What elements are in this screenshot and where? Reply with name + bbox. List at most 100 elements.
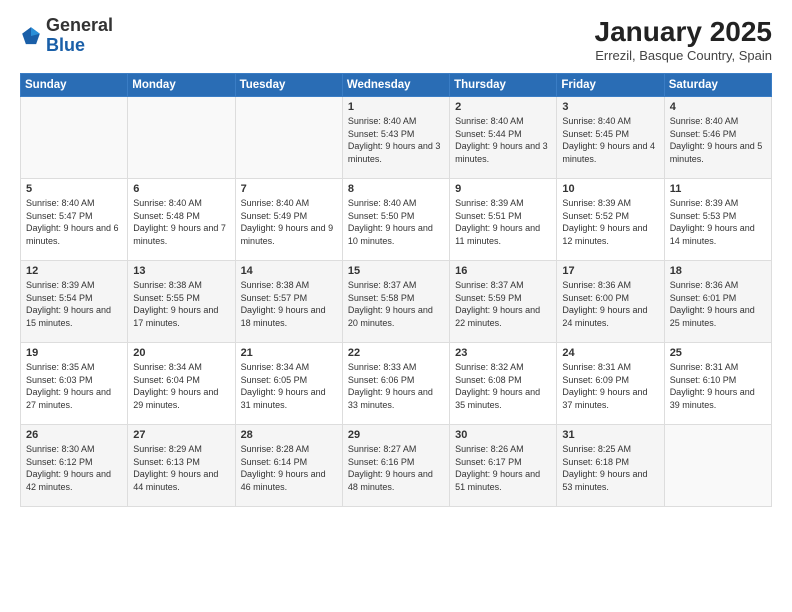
calendar-cell: 17 Sunrise: 8:36 AM Sunset: 6:00 PM Dayli…: [557, 261, 664, 343]
calendar-cell: 24 Sunrise: 8:31 AM Sunset: 6:09 PM Dayli…: [557, 343, 664, 425]
calendar-cell: 30 Sunrise: 8:26 AM Sunset: 6:17 PM Dayli…: [450, 425, 557, 507]
day-info: Sunrise: 8:34 AM Sunset: 6:04 PM Dayligh…: [133, 361, 229, 411]
calendar-cell: [128, 97, 235, 179]
calendar-cell: 29 Sunrise: 8:27 AM Sunset: 6:16 PM Dayli…: [342, 425, 449, 507]
day-number: 2: [455, 101, 551, 113]
calendar-cell: 19 Sunrise: 8:35 AM Sunset: 6:03 PM Dayli…: [21, 343, 128, 425]
calendar-cell: 9Sunrise: 8:39 AM Sunset: 5:51 PM Daylig…: [450, 179, 557, 261]
day-number: 17: [562, 265, 658, 277]
day-info: Sunrise: 8:26 AM Sunset: 6:17 PM Dayligh…: [455, 443, 551, 493]
day-number: 7: [241, 183, 337, 195]
calendar-cell: 22 Sunrise: 8:33 AM Sunset: 6:06 PM Dayli…: [342, 343, 449, 425]
week-row-0: 1 Sunrise: 8:40 AM Sunset: 5:43 PM Daylig…: [21, 97, 772, 179]
month-title: January 2025: [595, 16, 772, 48]
day-number: 29: [348, 429, 444, 441]
week-row-1: 5Sunrise: 8:40 AM Sunset: 5:47 PM Daylig…: [21, 179, 772, 261]
day-info: Sunrise: 8:31 AM Sunset: 6:10 PM Dayligh…: [670, 361, 766, 411]
calendar-cell: [664, 425, 771, 507]
logo: General Blue: [20, 16, 113, 56]
calendar-cell: 16 Sunrise: 8:37 AM Sunset: 5:59 PM Dayli…: [450, 261, 557, 343]
day-info: Sunrise: 8:40 AM Sunset: 5:50 PM Dayligh…: [348, 197, 444, 247]
day-number: 25: [670, 347, 766, 359]
day-info: Sunrise: 8:39 AM Sunset: 5:51 PM Dayligh…: [455, 197, 551, 247]
day-info: Sunrise: 8:28 AM Sunset: 6:14 PM Dayligh…: [241, 443, 337, 493]
day-info: Sunrise: 8:40 AM Sunset: 5:49 PM Dayligh…: [241, 197, 337, 247]
weekday-header-sunday: Sunday: [21, 74, 128, 97]
calendar-cell: 14 Sunrise: 8:38 AM Sunset: 5:57 PM Dayli…: [235, 261, 342, 343]
calendar-cell: 12 Sunrise: 8:39 AM Sunset: 5:54 PM Dayli…: [21, 261, 128, 343]
page: General Blue January 2025 Errezil, Basqu…: [0, 0, 792, 612]
week-row-2: 12 Sunrise: 8:39 AM Sunset: 5:54 PM Dayli…: [21, 261, 772, 343]
day-info: Sunrise: 8:32 AM Sunset: 6:08 PM Dayligh…: [455, 361, 551, 411]
calendar-cell: 31Sunrise: 8:25 AM Sunset: 6:18 PM Dayli…: [557, 425, 664, 507]
day-info: Sunrise: 8:36 AM Sunset: 6:01 PM Dayligh…: [670, 279, 766, 329]
weekday-header-friday: Friday: [557, 74, 664, 97]
day-number: 20: [133, 347, 229, 359]
day-info: Sunrise: 8:37 AM Sunset: 5:59 PM Dayligh…: [455, 279, 551, 329]
weekday-header-thursday: Thursday: [450, 74, 557, 97]
day-number: 24: [562, 347, 658, 359]
day-number: 18: [670, 265, 766, 277]
day-info: Sunrise: 8:36 AM Sunset: 6:00 PM Dayligh…: [562, 279, 658, 329]
day-number: 6: [133, 183, 229, 195]
calendar-cell: 1 Sunrise: 8:40 AM Sunset: 5:43 PM Daylig…: [342, 97, 449, 179]
day-info: Sunrise: 8:39 AM Sunset: 5:52 PM Dayligh…: [562, 197, 658, 247]
day-info: Sunrise: 8:39 AM Sunset: 5:53 PM Dayligh…: [670, 197, 766, 247]
calendar-cell: 27Sunrise: 8:29 AM Sunset: 6:13 PM Dayli…: [128, 425, 235, 507]
day-number: 16: [455, 265, 551, 277]
calendar-cell: 26Sunrise: 8:30 AM Sunset: 6:12 PM Dayli…: [21, 425, 128, 507]
calendar-cell: 4 Sunrise: 8:40 AM Sunset: 5:46 PM Daylig…: [664, 97, 771, 179]
day-number: 28: [241, 429, 337, 441]
calendar-cell: 7 Sunrise: 8:40 AM Sunset: 5:49 PM Daylig…: [235, 179, 342, 261]
calendar-cell: 3Sunrise: 8:40 AM Sunset: 5:45 PM Daylig…: [557, 97, 664, 179]
day-info: Sunrise: 8:29 AM Sunset: 6:13 PM Dayligh…: [133, 443, 229, 493]
day-number: 14: [241, 265, 337, 277]
logo-blue: Blue: [46, 35, 85, 55]
calendar-cell: 15 Sunrise: 8:37 AM Sunset: 5:58 PM Dayli…: [342, 261, 449, 343]
calendar-cell: 2Sunrise: 8:40 AM Sunset: 5:44 PM Daylig…: [450, 97, 557, 179]
day-number: 30: [455, 429, 551, 441]
day-info: Sunrise: 8:33 AM Sunset: 6:06 PM Dayligh…: [348, 361, 444, 411]
weekday-header-saturday: Saturday: [664, 74, 771, 97]
calendar-cell: 11 Sunrise: 8:39 AM Sunset: 5:53 PM Dayli…: [664, 179, 771, 261]
day-number: 11: [670, 183, 766, 195]
calendar-cell: 8Sunrise: 8:40 AM Sunset: 5:50 PM Daylig…: [342, 179, 449, 261]
calendar-cell: 28 Sunrise: 8:28 AM Sunset: 6:14 PM Dayli…: [235, 425, 342, 507]
day-number: 12: [26, 265, 122, 277]
logo-text: General Blue: [46, 16, 113, 56]
day-number: 4: [670, 101, 766, 113]
day-number: 23: [455, 347, 551, 359]
calendar-cell: [235, 97, 342, 179]
day-number: 15: [348, 265, 444, 277]
day-info: Sunrise: 8:40 AM Sunset: 5:43 PM Dayligh…: [348, 115, 444, 165]
day-number: 10: [562, 183, 658, 195]
day-info: Sunrise: 8:34 AM Sunset: 6:05 PM Dayligh…: [241, 361, 337, 411]
calendar-cell: 6Sunrise: 8:40 AM Sunset: 5:48 PM Daylig…: [128, 179, 235, 261]
week-row-4: 26Sunrise: 8:30 AM Sunset: 6:12 PM Dayli…: [21, 425, 772, 507]
day-info: Sunrise: 8:40 AM Sunset: 5:46 PM Dayligh…: [670, 115, 766, 165]
weekday-header-row: SundayMondayTuesdayWednesdayThursdayFrid…: [21, 74, 772, 97]
weekday-header-wednesday: Wednesday: [342, 74, 449, 97]
day-info: Sunrise: 8:31 AM Sunset: 6:09 PM Dayligh…: [562, 361, 658, 411]
calendar-table: SundayMondayTuesdayWednesdayThursdayFrid…: [20, 73, 772, 507]
day-info: Sunrise: 8:39 AM Sunset: 5:54 PM Dayligh…: [26, 279, 122, 329]
day-number: 19: [26, 347, 122, 359]
logo-icon: [20, 25, 42, 47]
day-number: 1: [348, 101, 444, 113]
day-info: Sunrise: 8:38 AM Sunset: 5:57 PM Dayligh…: [241, 279, 337, 329]
day-info: Sunrise: 8:40 AM Sunset: 5:45 PM Dayligh…: [562, 115, 658, 165]
weekday-header-monday: Monday: [128, 74, 235, 97]
day-info: Sunrise: 8:27 AM Sunset: 6:16 PM Dayligh…: [348, 443, 444, 493]
calendar-cell: 13Sunrise: 8:38 AM Sunset: 5:55 PM Dayli…: [128, 261, 235, 343]
day-number: 21: [241, 347, 337, 359]
calendar-cell: [21, 97, 128, 179]
day-info: Sunrise: 8:38 AM Sunset: 5:55 PM Dayligh…: [133, 279, 229, 329]
location-title: Errezil, Basque Country, Spain: [595, 48, 772, 63]
day-info: Sunrise: 8:35 AM Sunset: 6:03 PM Dayligh…: [26, 361, 122, 411]
day-number: 26: [26, 429, 122, 441]
day-number: 22: [348, 347, 444, 359]
calendar-cell: 20 Sunrise: 8:34 AM Sunset: 6:04 PM Dayli…: [128, 343, 235, 425]
calendar-cell: 21 Sunrise: 8:34 AM Sunset: 6:05 PM Dayli…: [235, 343, 342, 425]
logo-general: General: [46, 15, 113, 35]
day-info: Sunrise: 8:37 AM Sunset: 5:58 PM Dayligh…: [348, 279, 444, 329]
